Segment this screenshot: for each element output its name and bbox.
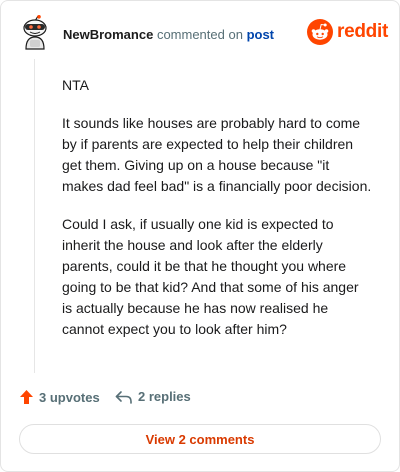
comment-card: NewBromance commented on post reddit NTA…	[0, 0, 400, 472]
replies-label: 2 replies	[138, 389, 191, 404]
replies-button[interactable]: 2 replies	[115, 389, 191, 404]
thread-line	[34, 59, 35, 373]
comment-body: NTA It sounds like houses are probably h…	[62, 75, 372, 357]
upvotes-label: 3 upvotes	[39, 389, 100, 405]
comment-paragraph: It sounds like houses are probably hard …	[62, 115, 372, 194]
comment-paragraph: NTA	[62, 77, 89, 93]
username-link[interactable]: NewBromance	[63, 27, 153, 42]
comment-footer: 3 upvotes 2 replies	[19, 389, 381, 411]
comment-header: NewBromance commented on post reddit	[19, 15, 388, 51]
post-link[interactable]: post	[247, 27, 274, 42]
comment-byline: NewBromance commented on post	[63, 27, 274, 43]
action-text: commented on	[156, 27, 243, 42]
reddit-logo[interactable]: reddit	[307, 19, 388, 47]
upvote-arrow-icon	[20, 390, 33, 404]
upvote-button[interactable]: 3 upvotes	[19, 389, 100, 405]
reddit-alien-icon	[307, 19, 333, 45]
view-comments-button[interactable]: View 2 comments	[19, 424, 381, 454]
avatar-icon[interactable]	[19, 15, 51, 51]
reddit-wordmark: reddit	[337, 21, 388, 42]
comment-paragraph: Could I ask, if usually one kid is expec…	[62, 216, 359, 337]
reply-arrow-icon	[115, 390, 132, 404]
